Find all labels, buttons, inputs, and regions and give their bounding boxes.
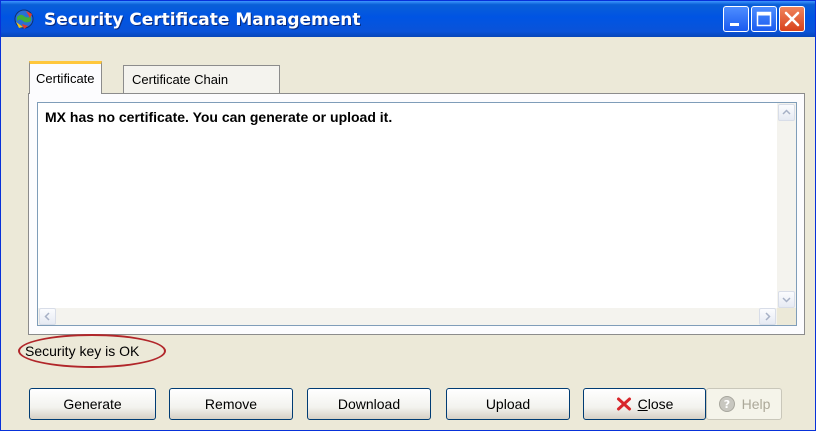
tab-panel-certificate: MX has no certificate. You can generate … — [28, 93, 805, 335]
tab-certificate-chain[interactable]: Certificate Chain — [123, 65, 280, 93]
upload-button[interactable]: Upload — [446, 388, 570, 420]
chevron-left-icon — [44, 312, 50, 321]
minimize-button[interactable] — [723, 6, 749, 32]
help-button-label: Help — [741, 396, 771, 412]
vertical-scrollbar[interactable] — [777, 103, 796, 309]
maximize-icon — [756, 11, 772, 27]
scroll-down-button[interactable] — [778, 291, 795, 308]
scroll-right-button[interactable] — [759, 308, 776, 325]
svg-text:?: ? — [723, 398, 729, 411]
help-button[interactable]: ? Help — [706, 388, 782, 420]
chevron-right-icon — [765, 312, 771, 321]
red-x-icon — [616, 397, 631, 411]
minimize-icon — [730, 23, 739, 26]
horizontal-scrollbar[interactable] — [38, 308, 777, 325]
download-button[interactable]: Download — [307, 388, 431, 420]
close-x-icon — [784, 11, 800, 27]
maximize-button[interactable] — [751, 6, 777, 32]
security-certificate-window: Security Certificate Management Certific… — [0, 0, 816, 431]
close-button-label: Close — [637, 396, 674, 412]
certificate-message: MX has no certificate. You can generate … — [45, 109, 393, 125]
generate-button[interactable]: Generate — [29, 388, 156, 420]
chevron-down-icon — [782, 297, 791, 303]
remove-button[interactable]: Remove — [169, 388, 293, 420]
security-globe-icon — [14, 9, 34, 29]
tab-certificate[interactable]: Certificate — [29, 61, 102, 94]
window-title: Security Certificate Management — [44, 10, 361, 30]
window-close-button[interactable] — [779, 6, 805, 32]
title-bar[interactable]: Security Certificate Management — [1, 1, 815, 37]
scroll-up-button[interactable] — [778, 104, 795, 121]
scroll-left-button[interactable] — [39, 308, 56, 325]
scrollbar-corner — [777, 308, 796, 325]
certificate-text-area[interactable]: MX has no certificate. You can generate … — [37, 102, 797, 326]
help-icon: ? — [718, 396, 735, 412]
chevron-up-icon — [782, 109, 791, 115]
highlight-ellipse — [18, 334, 166, 368]
close-button[interactable]: Close — [583, 388, 706, 420]
